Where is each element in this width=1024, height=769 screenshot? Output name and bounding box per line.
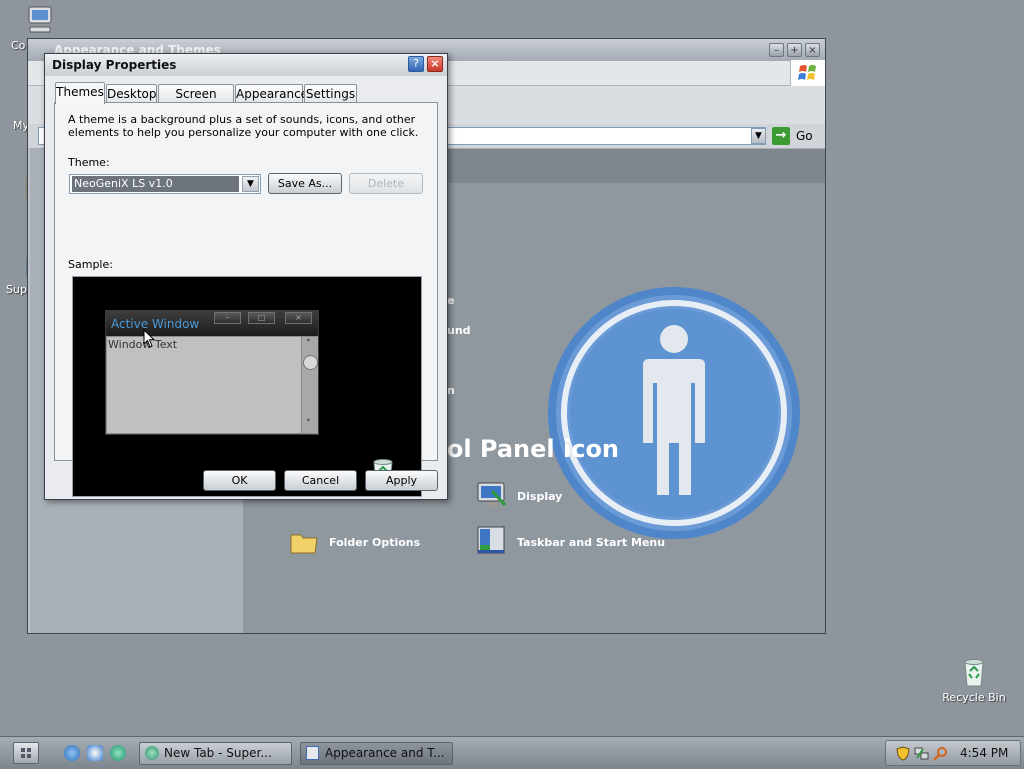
taskbar-button-new-tab[interactable]: New Tab - Super... xyxy=(139,742,292,765)
start-button[interactable] xyxy=(13,742,39,764)
cancel-button[interactable]: Cancel xyxy=(284,470,357,491)
theme-sample-preview: Active Window – □ × Window Text ˄ ˅ xyxy=(72,276,422,497)
theme-dropdown-value: NeoGeniX LS v1.0 xyxy=(72,176,239,192)
sample-client-area: Window Text xyxy=(107,337,301,433)
folder-options-link[interactable]: Folder Options xyxy=(329,536,420,549)
scroll-up-icon: ˄ xyxy=(306,339,311,349)
delete-button[interactable]: Delete xyxy=(349,173,423,194)
control-panel-icon xyxy=(306,746,319,760)
theme-description: A theme is a background plus a set of so… xyxy=(68,113,419,139)
display-link[interactable]: Display xyxy=(517,490,562,503)
sample-window: Active Window – □ × Window Text ˄ ˅ xyxy=(105,310,319,435)
maximize-button[interactable]: + xyxy=(787,43,802,57)
address-dropdown[interactable]: ▼ xyxy=(751,128,766,144)
folder-options-icon xyxy=(290,534,318,554)
tab-settings[interactable]: Settings xyxy=(304,84,357,103)
system-tray: 4:54 PM xyxy=(885,740,1021,766)
dialog-title: Display Properties xyxy=(52,58,177,72)
ie-icon[interactable] xyxy=(64,745,80,761)
tab-themes[interactable]: Themes xyxy=(55,82,105,104)
sample-label: Sample: xyxy=(68,258,113,271)
windows-flag-icon xyxy=(798,65,816,80)
clock[interactable]: 4:54 PM xyxy=(960,746,1008,760)
computer-icon xyxy=(28,6,52,33)
network-icon[interactable] xyxy=(914,746,929,761)
task-link[interactable]: n xyxy=(447,384,455,397)
desktop-icon-label: Recycle Bin xyxy=(942,691,1006,704)
sample-minimize-icon: – xyxy=(214,312,241,324)
task-link[interactable]: und xyxy=(447,324,471,337)
close-button[interactable]: × xyxy=(805,43,820,57)
taskbar-button-label: New Tab - Super... xyxy=(164,746,272,760)
browser-quicklaunch-icon[interactable] xyxy=(87,745,103,761)
tab-appearance[interactable]: Appearance xyxy=(235,84,308,103)
security-shield-icon[interactable] xyxy=(896,746,910,761)
dialog-titlebar[interactable]: Display Properties xyxy=(45,54,447,76)
go-arrow-icon[interactable]: → xyxy=(772,127,790,145)
task-link[interactable]: e xyxy=(447,294,454,307)
windows-logo xyxy=(790,60,825,86)
chevron-down-icon[interactable]: ▼ xyxy=(242,176,259,192)
display-properties-dialog[interactable]: Display Properties ? × Themes Desktop Sc… xyxy=(44,53,448,500)
help-button[interactable]: ? xyxy=(408,56,424,72)
apply-button[interactable]: Apply xyxy=(365,470,438,491)
taskbar: New Tab - Super... Appearance and T... 4… xyxy=(0,736,1024,769)
desktop-icon-recycle-bin[interactable]: Recycle Bin xyxy=(938,656,1010,704)
save-as-button[interactable]: Save As... xyxy=(268,173,342,194)
pick-icon-heading: rol Panel icon xyxy=(435,435,620,463)
sample-close-icon: × xyxy=(285,312,312,324)
mouse-cursor-icon xyxy=(143,329,156,348)
user-icon xyxy=(548,287,800,539)
scroll-thumb xyxy=(303,355,318,370)
messenger-icon[interactable] xyxy=(110,745,126,761)
theme-dropdown[interactable]: NeoGeniX LS v1.0 ▼ xyxy=(69,174,261,194)
taskbar-button-appearance[interactable]: Appearance and T... xyxy=(300,742,453,765)
taskbar-icon xyxy=(477,526,505,554)
taskbar-button-label: Appearance and T... xyxy=(325,746,445,760)
search-icon[interactable] xyxy=(933,746,948,761)
scroll-down-icon: ˅ xyxy=(306,419,311,429)
taskbar-start-menu-link[interactable]: Taskbar and Start Menu xyxy=(517,536,665,549)
display-icon xyxy=(477,482,507,507)
sample-maximize-icon: □ xyxy=(248,312,275,324)
recycle-bin-icon xyxy=(964,659,984,687)
dialog-close-button[interactable]: × xyxy=(427,56,443,72)
start-grid-icon xyxy=(21,748,31,758)
themes-tab-panel: A theme is a background plus a set of so… xyxy=(54,102,438,497)
sample-scrollbar: ˄ ˅ xyxy=(301,337,318,433)
sample-titlebar: Active Window – □ × xyxy=(106,311,318,336)
ok-button[interactable]: OK xyxy=(203,470,276,491)
browser-icon xyxy=(145,746,159,760)
theme-label: Theme: xyxy=(68,156,110,169)
go-button[interactable]: Go xyxy=(796,129,813,143)
tab-screen-saver[interactable]: Screen Saver xyxy=(158,84,234,119)
minimize-button[interactable]: – xyxy=(769,43,784,57)
tab-desktop[interactable]: Desktop xyxy=(106,84,157,103)
